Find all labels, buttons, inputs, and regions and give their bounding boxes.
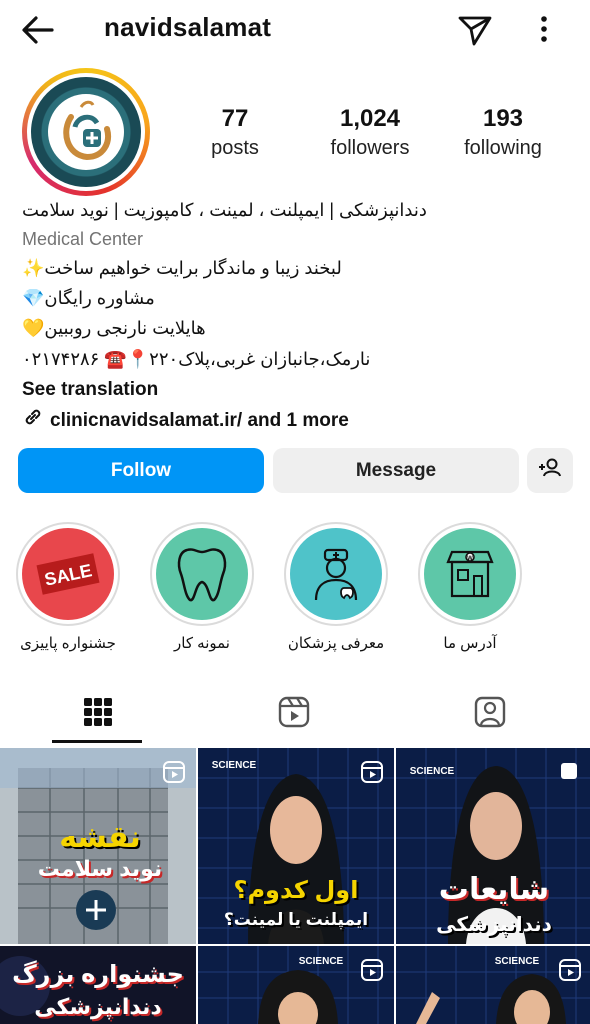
profile-avatar-ring[interactable] xyxy=(22,68,150,196)
following-count[interactable]: 193 following xyxy=(455,104,551,162)
post-title: اول کدوم؟ xyxy=(233,877,359,904)
back-arrow-icon[interactable] xyxy=(18,12,58,48)
tab-reels[interactable] xyxy=(196,684,392,744)
profile-tabs xyxy=(0,684,590,744)
posts-label: posts xyxy=(211,137,259,159)
tooth-icon xyxy=(156,528,248,620)
post-title: جشنواره بزرگ xyxy=(12,961,184,988)
more-options-icon[interactable] xyxy=(526,10,562,48)
post-subtitle: ایمپلنت یا لمینت؟ xyxy=(223,910,369,929)
posts-count: 77 posts xyxy=(200,104,270,162)
reel-badge-icon xyxy=(360,958,384,982)
top-bar: navidsalamat xyxy=(0,0,590,60)
send-message-icon[interactable] xyxy=(454,10,494,48)
profile-category: Medical Center xyxy=(22,229,144,249)
post-tag: SCIENCE xyxy=(298,956,344,967)
bio-line: هایلایت نارنجی روببین💛 xyxy=(22,318,206,338)
tagged-person-icon xyxy=(473,695,507,734)
followers-value: 1,024 xyxy=(339,105,401,132)
reel-badge-icon xyxy=(558,958,582,982)
follow-button[interactable]: Follow xyxy=(18,448,264,493)
post-thumbnail[interactable]: SCIENCE xyxy=(198,946,394,1024)
grid-icon xyxy=(82,696,114,733)
post-thumbnail[interactable]: نقشه نوید سلامت xyxy=(0,748,196,944)
post-title: شایعات xyxy=(438,873,550,906)
post-thumbnail[interactable]: جشنواره بزرگ دندانپزشکی xyxy=(0,946,196,1024)
highlight-item[interactable]: معرفی پزشکان xyxy=(284,522,388,652)
message-button[interactable]: Message xyxy=(273,448,519,493)
website-link-text: clinicnavidsalamat.ir/ and 1 more xyxy=(50,409,349,431)
post-subtitle: دندانپزشکی xyxy=(34,994,162,1019)
following-label: following xyxy=(464,137,542,159)
posts-value: 77 xyxy=(221,105,249,132)
reel-badge-icon xyxy=(162,760,186,784)
clinic-building-icon: W xyxy=(424,528,516,620)
highlight-label: نمونه کار xyxy=(174,635,230,652)
post-subtitle: دندانپزشکی xyxy=(436,914,552,936)
reel-badge-icon xyxy=(360,760,384,784)
post-tag: SCIENCE xyxy=(409,766,455,777)
highlight-label: معرفی پزشکان xyxy=(287,635,385,652)
following-value: 193 xyxy=(482,105,524,132)
bio-address: نارمک،جانبازان غربی،پلاک۲۲۰📍☎️ ۰۲۱۷۴۲۸۶ xyxy=(22,349,371,369)
post-tag: SCIENCE xyxy=(211,760,257,771)
svg-text:W: W xyxy=(467,556,473,562)
tab-tagged[interactable] xyxy=(392,684,588,744)
sale-icon: SALE xyxy=(22,528,114,620)
add-user-icon xyxy=(537,455,563,487)
post-tag: SCIENCE xyxy=(494,956,540,967)
post-title: نقشه xyxy=(59,821,141,854)
bio-line: لبخند زیبا و ماندگار برایت خواهیم ساخت✨ xyxy=(22,258,342,278)
avatar xyxy=(31,77,141,187)
post-thumbnail[interactable]: SCIENCE xyxy=(396,946,590,1024)
link-icon xyxy=(22,406,44,435)
highlight-item[interactable]: W آدرس ما xyxy=(418,522,522,652)
bio-line: مشاوره رایگان💎 xyxy=(22,288,155,308)
post-subtitle: نوید سلامت xyxy=(37,856,163,881)
suggest-users-button[interactable] xyxy=(527,448,573,493)
website-link[interactable]: clinicnavidsalamat.ir/ and 1 more xyxy=(22,406,542,435)
followers-label: followers xyxy=(330,137,410,159)
bio-title: دندانپزشکی | ایمپلنت ، لمینت ، کامپوزیت … xyxy=(22,200,427,220)
highlight-label: جشنواره پاییزی xyxy=(20,635,116,652)
followers-count[interactable]: 1,024 followers xyxy=(318,104,422,162)
multiple-posts-icon xyxy=(558,760,582,784)
doctor-icon xyxy=(290,528,382,620)
highlight-label: آدرس ما xyxy=(443,635,497,652)
post-thumbnail[interactable]: SCIENCE شایعات دندانپزشکی xyxy=(396,748,590,944)
active-tab-indicator xyxy=(52,740,142,743)
profile-username: navidsalamat xyxy=(104,12,272,42)
post-thumbnail[interactable]: SCIENCE اول کدوم؟ ایمپلنت یا لمینت؟ xyxy=(198,748,394,944)
highlight-item[interactable]: SALE جشنواره پاییزی xyxy=(16,522,120,652)
reels-icon xyxy=(277,695,311,734)
tab-posts-grid[interactable] xyxy=(0,684,196,744)
posts-grid: نقشه نوید سلامت SCIENCE اول کدوم؟ ایمپلن… xyxy=(0,748,590,1024)
see-translation-link[interactable]: See translation xyxy=(22,378,542,402)
highlight-item[interactable]: نمونه کار xyxy=(150,522,254,652)
